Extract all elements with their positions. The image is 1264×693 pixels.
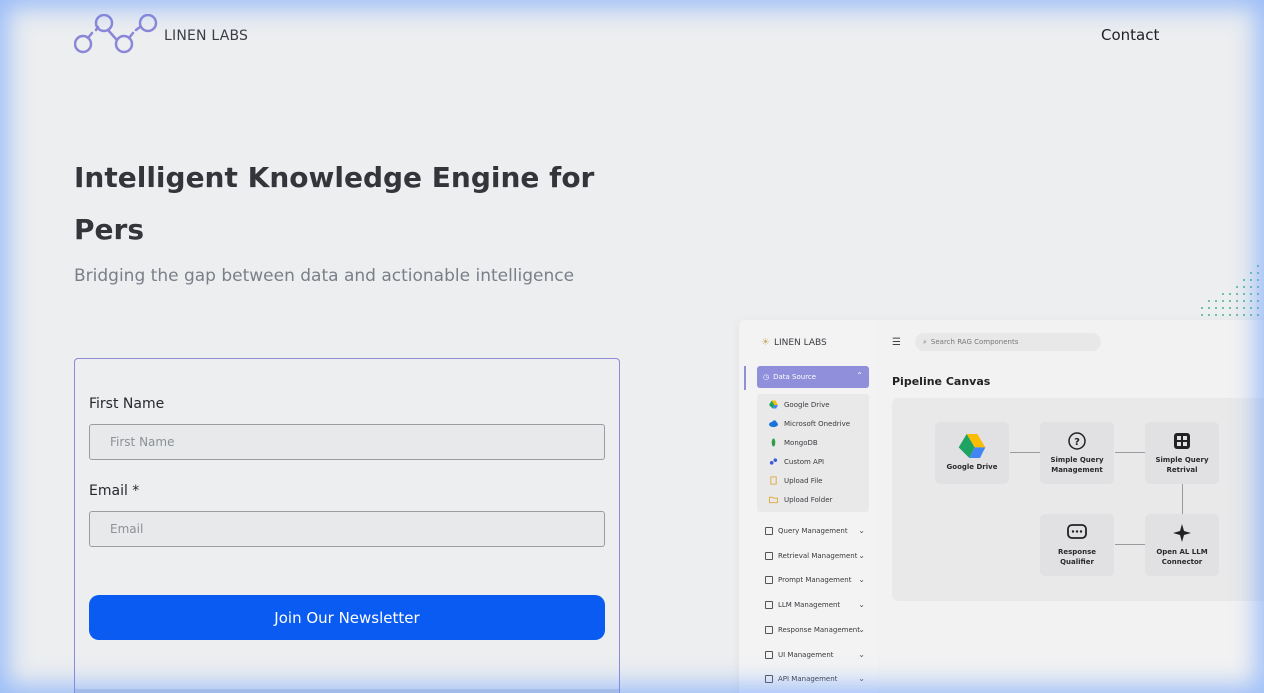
preview-search-input[interactable]: ⌕ Search RAG Components [915, 333, 1101, 351]
connector-arrow [1115, 544, 1145, 545]
grid-icon [765, 527, 773, 535]
data-source-item[interactable]: Microsoft Onedrive [769, 419, 850, 428]
menu-item-prompt-management[interactable]: Prompt Management ⌄ [765, 575, 865, 584]
connector-arrow [1115, 452, 1145, 453]
svg-text:?: ? [1074, 437, 1080, 448]
chevron-down-icon: ⌄ [858, 625, 865, 634]
first-name-input[interactable] [89, 424, 605, 460]
mongodb-icon [771, 438, 776, 447]
form-bottom-bar [75, 689, 619, 693]
node-simple-query-retrival[interactable]: Simple Query Retrival [1145, 422, 1219, 484]
connector-arrow [1010, 452, 1040, 453]
hamburger-menu-icon[interactable]: ☰ [892, 337, 901, 348]
canvas-title: Pipeline Canvas [892, 375, 991, 388]
google-drive-icon [769, 400, 778, 409]
node-open-al-llm-connector[interactable]: Open AL LLM Connector [1145, 514, 1219, 576]
chevron-down-icon: ⌄ [858, 526, 865, 535]
chevron-down-icon: ⌄ [858, 674, 865, 683]
search-icon: ⌕ [923, 337, 927, 346]
api-icon [769, 458, 778, 465]
brand-logo[interactable]: LINEN LABS [74, 14, 248, 56]
grid-apps-icon [1174, 433, 1190, 449]
chevron-down-icon: ⌄ [858, 575, 865, 584]
node-response-qualifier[interactable]: Response Qualifier [1040, 514, 1114, 576]
question-bubble-icon: ? [1068, 432, 1086, 450]
menu-item-response-management[interactable]: Response Management ⌄ [765, 625, 865, 634]
folder-icon [769, 496, 778, 504]
contact-link[interactable]: Contact [1101, 26, 1159, 44]
preview-brand: LINEN LABS [773, 337, 827, 348]
file-icon [770, 476, 777, 485]
decorative-dots [1201, 265, 1259, 316]
node-simple-query-management[interactable]: ? Simple Query Management [1040, 422, 1114, 484]
newsletter-form: First Name Email * Join Our Newsletter [74, 358, 620, 693]
node-google-drive[interactable]: Google Drive [935, 422, 1009, 484]
chat-bubble-icon [1067, 524, 1087, 539]
email-input[interactable] [89, 511, 605, 547]
chevron-down-icon: ⌄ [858, 600, 865, 609]
sparkle-icon [1173, 524, 1191, 542]
chat-icon [765, 576, 773, 584]
active-indicator [744, 366, 746, 390]
brand-name: LINEN LABS [164, 28, 249, 44]
document-icon [765, 626, 773, 634]
data-source-list: Google Drive Microsoft Onedrive MongoDB … [757, 394, 869, 512]
data-source-item[interactable]: Upload File [769, 476, 822, 485]
data-source-item[interactable]: Google Drive [769, 400, 830, 409]
google-drive-icon [958, 434, 986, 458]
connector-arrow [1182, 484, 1183, 514]
menu-item-ui-management[interactable]: UI Management ⌄ [765, 650, 865, 659]
preview-sidebar: ☀ LINEN LABS ◷ Data Source ⌃ Google Driv… [739, 320, 878, 693]
preview-main: ☰ ⌕ Search RAG Components Pipeline Canva… [878, 320, 1264, 693]
data-source-label: Data Source [773, 373, 817, 381]
data-source-item[interactable]: Upload Folder [769, 495, 832, 504]
menu-item-api-management[interactable]: API Management ⌄ [765, 674, 865, 683]
chevron-down-icon: ⌄ [858, 650, 865, 659]
table-icon [765, 552, 773, 560]
sun-icon: ☀ [761, 337, 770, 348]
chevron-down-icon: ⌄ [858, 551, 865, 560]
menu-item-retrieval-management[interactable]: Retrieval Management ⌄ [765, 551, 865, 560]
site-header: LINEN LABS Contact [0, 0, 1264, 72]
pipeline-canvas: Google Drive ? Simple Query Management S… [892, 398, 1264, 601]
menu-item-llm-management[interactable]: LLM Management ⌄ [765, 600, 865, 609]
hero-title: Intelligent Knowledge Engine for Pers [74, 161, 595, 246]
first-name-label: First Name [89, 396, 165, 412]
data-source-item[interactable]: Custom API [769, 457, 824, 466]
clock-icon: ◷ [763, 373, 770, 381]
data-source-header[interactable]: ◷ Data Source ⌃ [757, 366, 869, 388]
menu-item-query-management[interactable]: Query Management ⌄ [765, 526, 865, 535]
molecule-logo-icon [74, 14, 158, 54]
join-newsletter-button[interactable]: Join Our Newsletter [89, 595, 605, 640]
chevron-up-icon: ⌃ [856, 371, 863, 380]
data-source-item[interactable]: MongoDB [769, 438, 818, 447]
onedrive-icon [769, 420, 778, 428]
app-preview-screenshot: ☀ LINEN LABS ◷ Data Source ⌃ Google Driv… [739, 320, 1264, 693]
bar-chart-icon [765, 651, 773, 659]
list-icon [765, 601, 773, 609]
hero-subtitle: Bridging the gap between data and action… [74, 266, 575, 286]
email-label: Email * [89, 483, 140, 499]
calendar-icon [765, 675, 773, 683]
preview-logo: ☀ LINEN LABS [761, 337, 827, 348]
